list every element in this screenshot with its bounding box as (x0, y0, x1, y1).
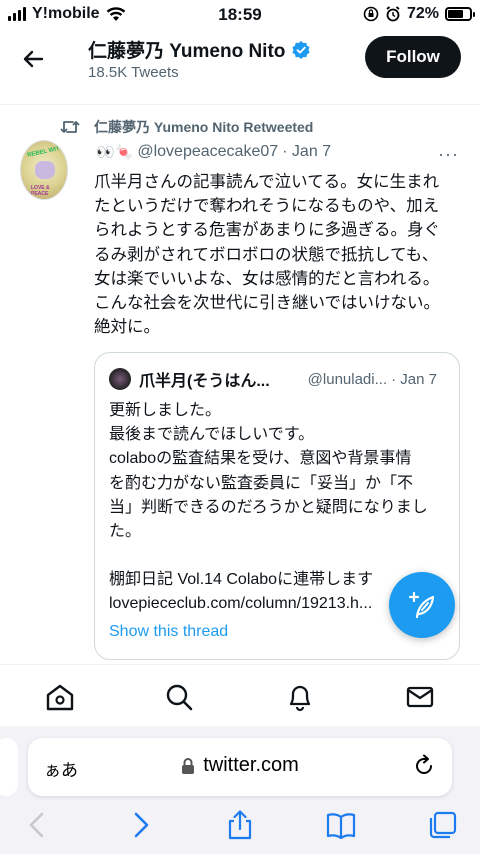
search-icon[interactable] (164, 682, 194, 712)
share-icon[interactable] (224, 810, 256, 840)
quoted-tweet-header: 爪半月(そうはん... @lunuladi... · Jan 7 (109, 367, 449, 391)
lock-icon (182, 757, 195, 774)
author-avatar[interactable]: REBEL WITH LOVE & PEACE (20, 140, 68, 200)
quoted-text-line: 当」判断できるのだろうかと疑問になりまし (109, 498, 428, 516)
tweet-date[interactable]: · Jan 7 (282, 143, 331, 161)
previous-tab-peek[interactable] (0, 738, 18, 796)
avatar-figure (35, 161, 55, 179)
tweet-count: 18.5K Tweets (88, 64, 179, 81)
lock-rotation-icon (363, 6, 379, 22)
alarm-icon (386, 6, 400, 22)
home-icon[interactable] (45, 682, 75, 712)
url-text: twitter.com (203, 754, 299, 776)
tweet-text-line: 爪半月さんの記事読んで泣いてる。女に生まれ (94, 173, 440, 191)
address-bar[interactable]: ぁあ twitter.com (28, 738, 452, 796)
quoted-text-line: colaboの監査結果を受け、意図や背景事情 (109, 450, 412, 468)
browser-toolbar: ぁあ twitter.com (0, 726, 480, 854)
battery-percent: 72% (406, 5, 439, 22)
tweet-text-line: たというだけで奪われそうになるものや、加え (94, 197, 440, 216)
url-display[interactable]: twitter.com (28, 754, 452, 777)
compose-feather-icon (408, 591, 435, 619)
back-icon[interactable] (22, 810, 54, 840)
tweet-text: 爪半月さんの記事読んで泣いてる。女に生まれ たというだけで奪われそうになるものや… (94, 170, 464, 339)
avatar-text-top: REBEL WITH (26, 145, 65, 159)
quoted-text-line (109, 544, 451, 568)
retweet-indicator: 仁藤夢乃 Yumeno Nito Retweeted (60, 117, 313, 137)
header-divider (0, 104, 480, 105)
tweet-text-line: られようとする危害があまりに多過ぎる。身ぐ (94, 221, 441, 240)
verified-badge-icon (292, 40, 311, 59)
status-bar: Y!mobile 18:59 72% (0, 0, 480, 30)
quoted-author-handle: @lunuladi... (307, 370, 388, 388)
tabs-icon[interactable] (426, 810, 458, 840)
tweet-meta: 👀🍬 @lovepeacecake07 · Jan 7 (96, 143, 466, 161)
bottom-tab-bar (0, 664, 480, 726)
quoted-author-name: 爪半月(そうはん... (139, 373, 270, 390)
quoted-text-line: た。 (109, 523, 142, 541)
profile-header: 仁藤夢乃 Yumeno Nito 18.5K Tweets Follow (0, 30, 480, 104)
tweet-text-line: 女は楽でいいよな、女は感情的だと言われる。 (94, 269, 440, 288)
quoted-text-line: 最後まで読んでほしいです。 (109, 426, 315, 444)
profile-name: 仁藤夢乃 Yumeno Nito (88, 36, 311, 63)
messages-icon[interactable] (405, 682, 435, 712)
quoted-text-line: 更新しました。 (109, 402, 222, 419)
reload-icon[interactable] (412, 754, 436, 778)
show-thread-link[interactable]: Show this thread (109, 623, 228, 641)
compose-tweet-button[interactable] (389, 572, 455, 638)
retweeted-by-label[interactable]: 仁藤夢乃 Yumeno Nito Retweeted (94, 117, 313, 137)
quoted-author-avatar (109, 368, 131, 390)
bookmarks-icon[interactable] (325, 810, 357, 840)
tweet-text-line: るみ剥がされてボロボロの状態で抵抗しても、 (94, 245, 439, 264)
profile-name-text: 仁藤夢乃 Yumeno Nito (88, 41, 286, 62)
quoted-text-line: を酌む力がない監査委員に「妥当」か「不 (109, 474, 414, 492)
avatar-text-bottom: LOVE & PEACE (31, 185, 50, 197)
notifications-icon[interactable] (285, 682, 315, 712)
author-emoji-name[interactable]: 👀🍬 (96, 143, 133, 161)
quoted-tweet-date: · Jan 7 (391, 370, 437, 388)
retweet-icon (60, 121, 80, 133)
more-options-icon[interactable]: ··· (438, 144, 459, 165)
battery-icon (445, 7, 475, 21)
tweet-text-line: 絶対に。 (94, 318, 160, 337)
forward-icon[interactable] (124, 810, 156, 840)
status-right: 72% (363, 5, 475, 23)
author-handle[interactable]: @lovepeacecake07 (137, 143, 278, 161)
follow-button[interactable]: Follow (365, 36, 461, 78)
back-arrow-icon[interactable] (18, 44, 48, 74)
tweet-text-line: こんな社会を次世代に引き継いではいけない。 (94, 294, 441, 313)
